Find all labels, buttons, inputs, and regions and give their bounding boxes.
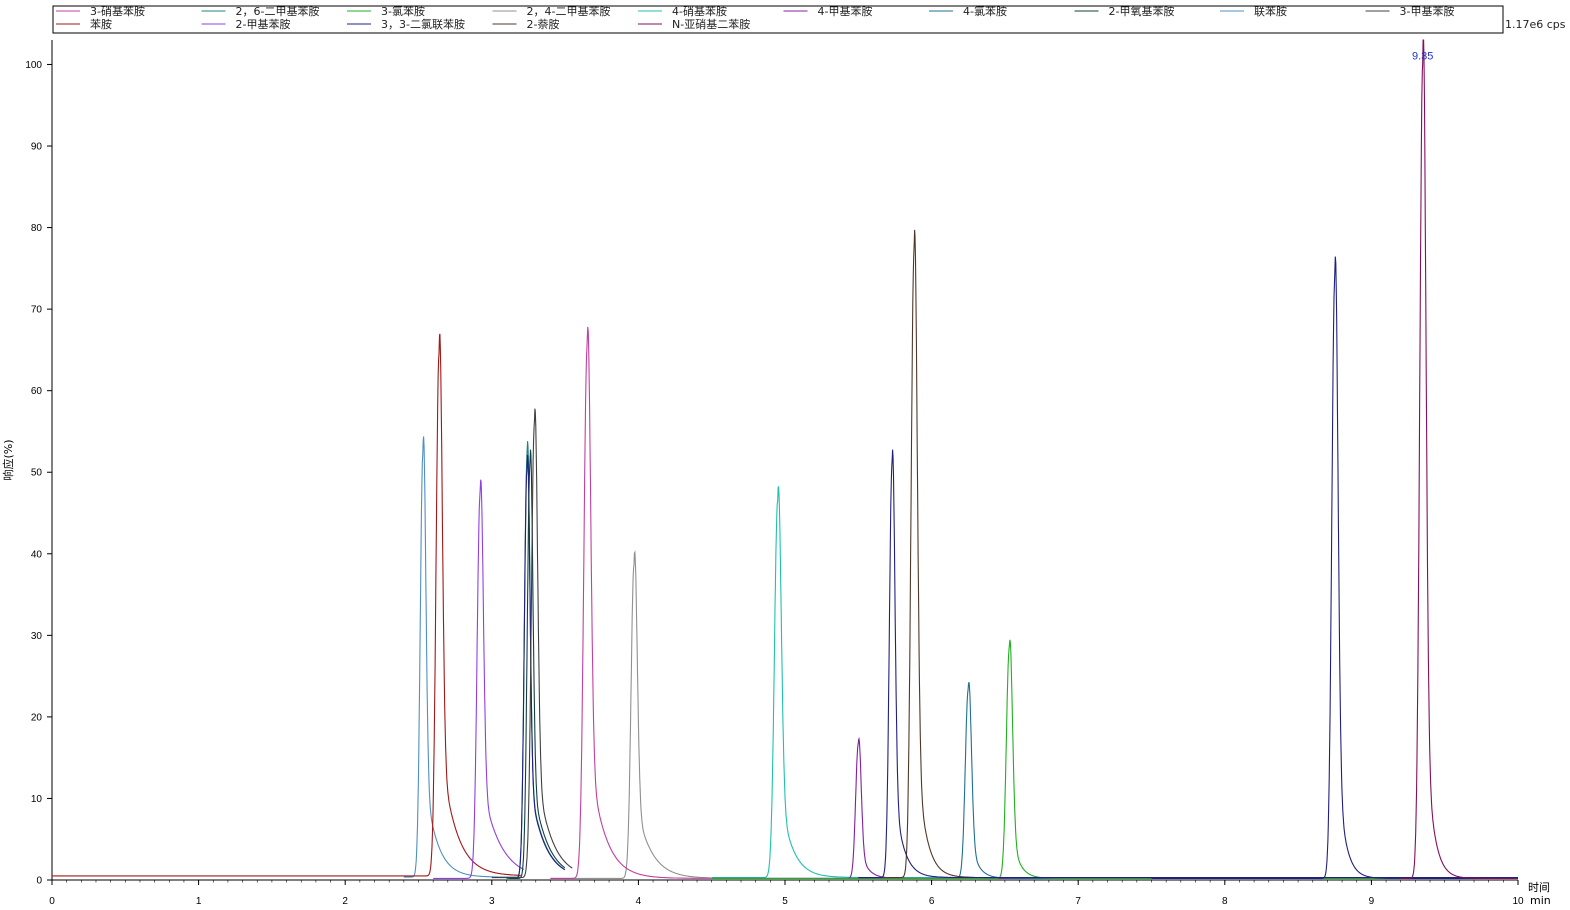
legend-item: 2，4-二甲基苯胺: [527, 4, 611, 18]
legend-item: 3-甲基苯胺: [1400, 4, 1455, 18]
legend-item: N-亚硝基二苯胺: [672, 17, 750, 31]
series-line: [52, 333, 521, 877]
legend-item: 苯胺: [90, 17, 112, 31]
legend-item: 4-硝基苯胺: [672, 4, 727, 18]
x-tick-label: 2: [342, 896, 348, 907]
x-tick-label: 1: [196, 896, 202, 907]
x-tick-label: 7: [1075, 896, 1081, 907]
legend-item: 2-甲基苯胺: [236, 17, 291, 31]
x-axis-unit: min: [1530, 894, 1551, 907]
legend-item: 3-硝基苯胺: [90, 4, 145, 18]
y-tick-label: 10: [31, 794, 43, 805]
plot-area: [52, 39, 1518, 879]
legend-item: 2，6-二甲基苯胺: [236, 4, 320, 18]
y-tick-label: 90: [31, 142, 43, 153]
x-tick-label: 9: [1369, 896, 1375, 907]
series-line: [711, 736, 1518, 879]
chromatogram-chart: 3-硝基苯胺 2，6-二甲基苯胺 3-氯苯胺 2，4-二甲基苯胺 4-硝基苯胺 4-甲基苯…: [1, 4, 1566, 907]
series-line: [711, 681, 1518, 879]
legend-item: 2-甲氧基苯胺: [1109, 4, 1175, 18]
x-tick-label: 3: [489, 896, 495, 907]
x-tick-label: 4: [636, 896, 642, 907]
y-tick-label: 40: [31, 549, 43, 560]
x-tick-label: 10: [1512, 896, 1524, 907]
y-tick-label: 20: [31, 712, 43, 723]
axes: 0 10 20 30 40 50 60 70 80 90 100 0 1 2 3 4 5 6 7 8 9 10: [25, 40, 1524, 907]
x-tick-label: 0: [49, 896, 55, 907]
x-tick-label: 6: [929, 896, 935, 907]
series-line: [1151, 256, 1518, 879]
legend-item: 3-氯苯胺: [381, 4, 425, 18]
y-tick-label: 0: [36, 876, 42, 887]
y-tick-label: 30: [31, 631, 43, 642]
legend-item: 4-氯苯胺: [963, 4, 1007, 18]
y-axis-label: 响应(%): [1, 439, 15, 480]
legend-item: 联苯胺: [1254, 4, 1287, 18]
x-axis-label: 时间: [1528, 881, 1550, 894]
y-tick-label: 80: [31, 223, 43, 234]
scale-label: 1.17e6 cps: [1505, 18, 1566, 31]
series-line: [550, 550, 712, 879]
series-line: [858, 229, 976, 879]
x-tick-label: 8: [1222, 896, 1228, 907]
x-tick-label: 5: [782, 896, 788, 907]
series-line: [711, 639, 1518, 879]
legend-item: 3，3-二氯联苯胺: [381, 17, 465, 31]
y-tick-label: 70: [31, 305, 43, 316]
y-tick-label: 50: [31, 468, 43, 479]
legend-item: 4-甲基苯胺: [818, 4, 873, 18]
y-tick-label: 60: [31, 386, 43, 397]
y-tick-label: 100: [25, 60, 42, 71]
peak-label: 9.35: [1412, 50, 1433, 62]
series-line: [433, 479, 525, 879]
series-line: [711, 486, 1518, 879]
series-line: [491, 408, 573, 879]
series-line: [403, 436, 521, 878]
series-line: [1400, 39, 1518, 879]
legend-item: 2-萘胺: [527, 17, 560, 31]
series-line: [550, 326, 712, 879]
